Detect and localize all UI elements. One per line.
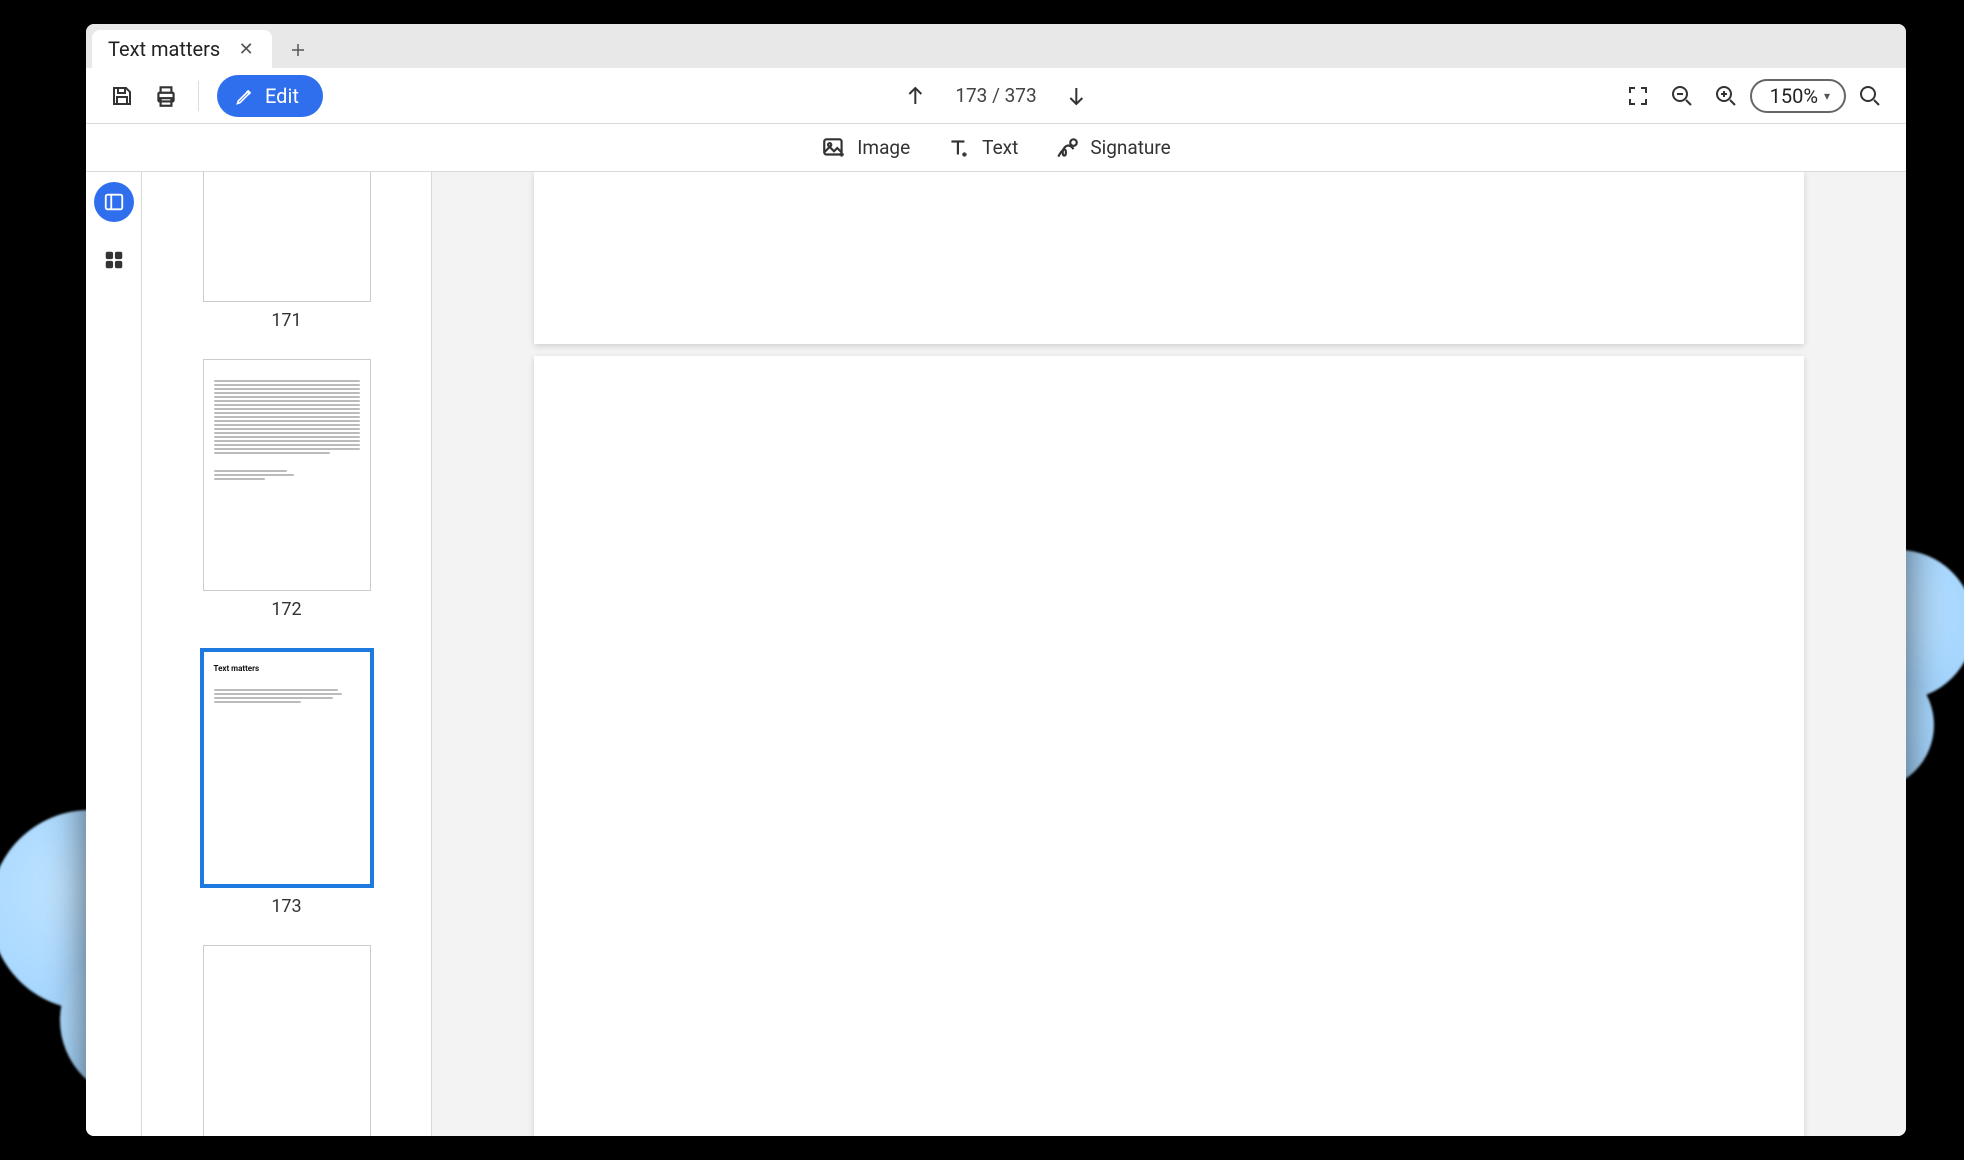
- page-thumbnail[interactable]: 174: [202, 945, 371, 1136]
- edit-label: Edit: [265, 84, 299, 108]
- page-thumbnail[interactable]: 172: [202, 359, 371, 620]
- thumbnails-panel-button[interactable]: [94, 182, 134, 222]
- zoom-selector[interactable]: 150% ▾: [1750, 79, 1846, 113]
- tab-title: Text matters: [108, 37, 220, 61]
- save-icon: [110, 84, 134, 108]
- close-icon[interactable]: ✕: [236, 39, 256, 59]
- page-separator: /: [987, 84, 1004, 107]
- save-button[interactable]: [102, 76, 142, 116]
- new-tab-button[interactable]: [280, 32, 316, 68]
- thumbnails-pane[interactable]: 171 172 Text matters: [142, 172, 432, 1136]
- search-icon: [1858, 84, 1882, 108]
- thumbnail-preview: [203, 359, 371, 591]
- main-toolbar: Edit 173 / 373: [86, 68, 1906, 124]
- pencil-icon: [235, 86, 255, 106]
- page-bottom-slice: [534, 172, 1804, 344]
- thumbnail-preview: [203, 172, 371, 302]
- zoom-in-icon: [1714, 84, 1738, 108]
- prev-page-button[interactable]: [895, 76, 935, 116]
- arrow-up-icon: [903, 84, 927, 108]
- total-pages: 373: [1005, 84, 1037, 107]
- zoom-level: 150%: [1770, 84, 1818, 108]
- fullscreen-icon: [1626, 84, 1650, 108]
- page-thumbnail[interactable]: Text matters 173: [202, 648, 371, 917]
- insert-signature-label: Signature: [1090, 136, 1170, 159]
- page-viewer[interactable]: [432, 172, 1906, 1136]
- plus-icon: [289, 41, 307, 59]
- arrow-down-icon: [1065, 84, 1089, 108]
- insert-signature-button[interactable]: Signature: [1046, 131, 1178, 165]
- page-thumbnail[interactable]: 171: [202, 172, 371, 331]
- grid-view-button[interactable]: [94, 240, 134, 280]
- sidebar-icon: [103, 191, 125, 213]
- tabstrip: Text matters ✕: [86, 24, 1906, 68]
- insert-image-button[interactable]: Image: [813, 131, 918, 165]
- zoom-in-button[interactable]: [1706, 76, 1746, 116]
- next-page-button[interactable]: [1057, 76, 1097, 116]
- current-page: 173: [955, 84, 987, 107]
- thumbnail-preview: Text matters: [200, 648, 374, 888]
- print-button[interactable]: [146, 76, 186, 116]
- insert-text-label: Text: [982, 136, 1018, 159]
- insert-image-label: Image: [857, 136, 910, 159]
- grid-icon: [103, 249, 125, 271]
- insert-toolbar: Image Text Signature: [86, 124, 1906, 172]
- thumbnail-preview: [203, 945, 371, 1136]
- zoom-out-icon: [1670, 84, 1694, 108]
- thumbnail-title: Text matters: [214, 664, 360, 673]
- text-icon: [946, 135, 972, 161]
- thumbnail-number: 172: [271, 599, 301, 620]
- page-current: [534, 356, 1804, 1136]
- thumbnail-number: 171: [271, 310, 301, 331]
- thumbnail-list: 171 172 Text matters: [142, 172, 431, 1136]
- toolbar-separator: [198, 81, 199, 111]
- zoom-out-button[interactable]: [1662, 76, 1702, 116]
- pdf-viewer-window: Text matters ✕ Edit: [86, 24, 1906, 1136]
- search-button[interactable]: [1850, 76, 1890, 116]
- fullscreen-button[interactable]: [1618, 76, 1658, 116]
- chevron-down-icon: ▾: [1824, 89, 1830, 103]
- thumbnail-number: 173: [271, 896, 301, 917]
- insert-text-button[interactable]: Text: [938, 131, 1026, 165]
- tab-document[interactable]: Text matters ✕: [92, 30, 272, 68]
- edit-button[interactable]: Edit: [217, 75, 323, 117]
- left-rail: [86, 172, 142, 1136]
- image-icon: [821, 135, 847, 161]
- page-counter[interactable]: 173 / 373: [955, 84, 1036, 107]
- page-navigation: 173 / 373: [895, 76, 1096, 116]
- print-icon: [153, 83, 179, 109]
- signature-icon: [1054, 135, 1080, 161]
